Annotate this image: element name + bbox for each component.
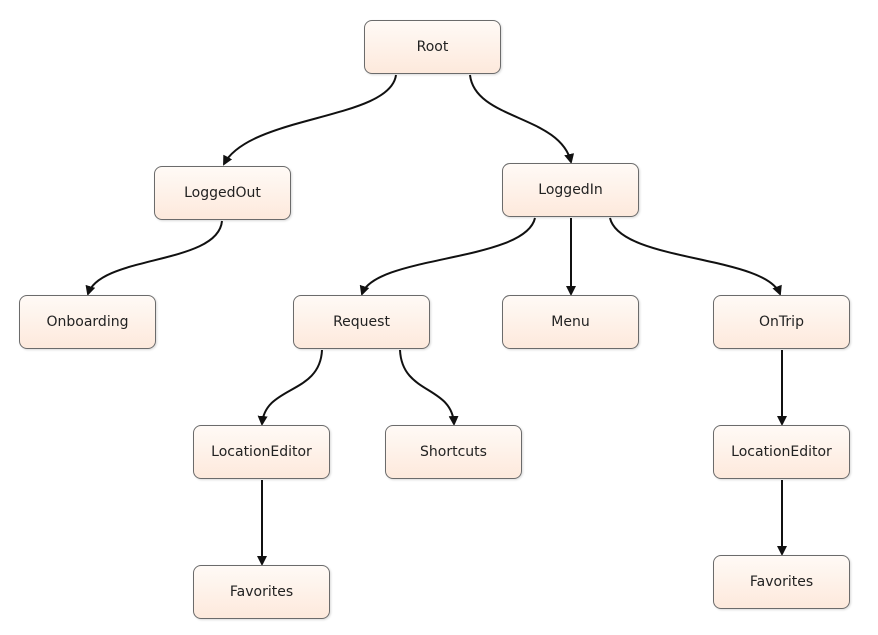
edge-root-loggedin [469, 74, 575, 164]
node-shortcuts: Shortcuts [385, 425, 522, 479]
edge-request-locationeditor [257, 349, 323, 426]
node-favorites-trip: Favorites [713, 555, 850, 609]
node-request: Request [293, 295, 430, 349]
node-onboarding: Onboarding [19, 295, 156, 349]
node-menu: Menu [502, 295, 639, 349]
node-logged-in: LoggedIn [502, 163, 639, 217]
edge-root-loggedout [223, 74, 397, 166]
node-logged-out: LoggedOut [154, 166, 291, 220]
node-location-editor-request: LocationEditor [193, 425, 330, 479]
edge-loggedin-request [359, 217, 536, 296]
node-on-trip: OnTrip [713, 295, 850, 349]
node-root: Root [364, 20, 501, 74]
edge-request-shortcuts [399, 349, 459, 426]
edge-loggedin-ontrip [609, 217, 782, 296]
node-favorites-request: Favorites [193, 565, 330, 619]
node-location-editor-trip: LocationEditor [713, 425, 850, 479]
edge-loggedout-onboarding [85, 220, 223, 296]
